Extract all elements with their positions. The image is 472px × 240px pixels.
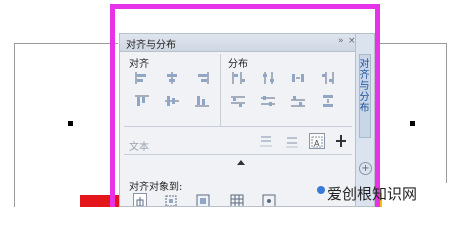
- distribute-section-label: 分布: [228, 59, 248, 70]
- align-right-icon[interactable]: [194, 71, 210, 85]
- watermark-text: 爱创根知识网: [327, 185, 418, 203]
- align-to-active-objects-icon[interactable]: [133, 193, 147, 206]
- distribute-bottom-icon[interactable]: [290, 94, 306, 108]
- align-top-icon[interactable]: [134, 94, 150, 108]
- canvas-top-border: [14, 43, 118, 44]
- align-to-label: 对齐对象到:: [129, 182, 183, 193]
- pin-icon[interactable]: »: [338, 36, 344, 46]
- collapse-arrow-icon[interactable]: [237, 160, 245, 165]
- section-divider-h-1: [124, 126, 352, 127]
- distribute-spacing-vertical-icon[interactable]: [320, 94, 336, 108]
- side-tab-label[interactable]: 对齐与分布: [357, 58, 370, 113]
- distribute-center-vertical-icon[interactable]: [260, 94, 276, 108]
- align-to-page-center-icon[interactable]: [196, 193, 210, 206]
- side-tab[interactable]: 对齐与分布 +: [355, 34, 374, 206]
- panel-title-bar[interactable]: 对齐与分布 » ×: [120, 34, 356, 52]
- selection-handle-right[interactable]: [410, 121, 415, 126]
- section-divider-v: [220, 54, 221, 126]
- panel-title: 对齐与分布: [126, 40, 176, 51]
- align-center-horizontal-icon[interactable]: [164, 71, 180, 85]
- canvas-top-border-right: [376, 43, 446, 44]
- distribute-right-icon[interactable]: [320, 71, 336, 85]
- distribute-center-horizontal-icon[interactable]: [260, 71, 276, 85]
- distribute-top-icon[interactable]: [230, 94, 246, 108]
- align-distribute-panel: 对齐与分布 » × 对齐与分布 + 对齐 分布 文本 A 对齐对象到:: [119, 33, 375, 207]
- watermark: 爱创根知识网: [327, 183, 417, 204]
- selection-handle-left[interactable]: [68, 121, 73, 126]
- add-tab-icon[interactable]: +: [359, 162, 372, 175]
- align-bottom-icon[interactable]: [194, 94, 210, 108]
- section-divider-h-2: [124, 154, 352, 155]
- text-anchor-icon[interactable]: [333, 133, 349, 149]
- svg-text:A: A: [314, 139, 320, 148]
- watermark-logo: [317, 186, 325, 194]
- align-center-vertical-icon[interactable]: [164, 94, 180, 108]
- text-bounding-box-icon[interactable]: A: [309, 133, 325, 149]
- align-section-label: 对齐: [129, 59, 149, 70]
- text-first-line-baseline-icon[interactable]: [258, 133, 274, 149]
- align-left-icon[interactable]: [134, 71, 150, 85]
- canvas-right-border: [446, 43, 447, 183]
- align-to-grid-icon[interactable]: [230, 193, 244, 206]
- align-to-page-edge-icon[interactable]: [164, 193, 178, 206]
- align-to-specified-point-icon[interactable]: [262, 193, 276, 206]
- text-last-line-baseline-icon[interactable]: [284, 133, 300, 149]
- canvas-left-border: [14, 43, 15, 207]
- distribute-spacing-horizontal-icon[interactable]: [290, 71, 306, 85]
- text-section-label: 文本: [129, 142, 149, 153]
- distribute-left-icon[interactable]: [230, 71, 246, 85]
